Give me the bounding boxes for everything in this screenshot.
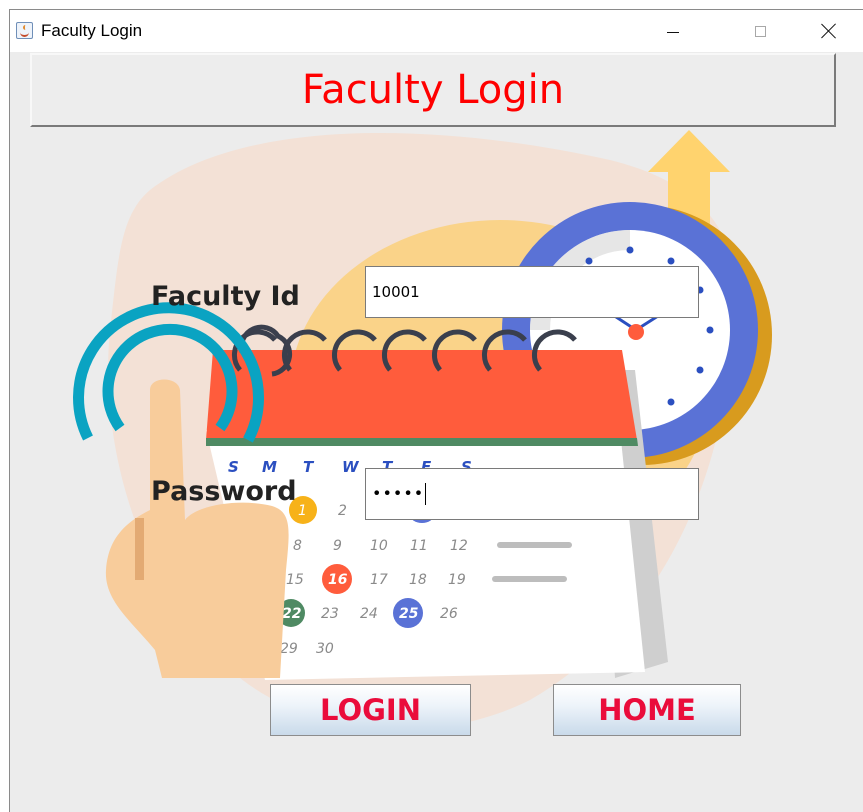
svg-text:22: 22 <box>282 606 301 622</box>
home-button[interactable]: HOME <box>553 684 741 736</box>
svg-text:1: 1 <box>298 503 307 519</box>
svg-text:19: 19 <box>448 572 466 588</box>
svg-text:16: 16 <box>328 572 348 588</box>
svg-text:T: T <box>303 458 315 476</box>
password-label: Password <box>151 476 297 507</box>
faculty-id-label: Faculty Id <box>151 281 300 312</box>
svg-text:12: 12 <box>450 538 468 554</box>
faculty-id-input[interactable] <box>365 266 699 318</box>
text-caret <box>425 483 427 505</box>
login-button[interactable]: LOGIN <box>270 684 471 736</box>
svg-text:10: 10 <box>370 538 388 554</box>
svg-text:11: 11 <box>410 538 428 554</box>
svg-text:W: W <box>342 458 360 476</box>
svg-text:18: 18 <box>409 572 427 588</box>
svg-text:S: S <box>228 458 239 476</box>
svg-text:30: 30 <box>316 641 334 657</box>
svg-text:29: 29 <box>280 641 298 657</box>
password-input[interactable]: ••••• <box>365 468 699 520</box>
svg-text:26: 26 <box>440 606 458 622</box>
svg-text:2: 2 <box>338 503 347 519</box>
svg-text:23: 23 <box>321 606 339 622</box>
svg-text:17: 17 <box>370 572 388 588</box>
svg-text:15: 15 <box>286 572 304 588</box>
svg-text:9: 9 <box>333 538 342 554</box>
svg-text:24: 24 <box>360 606 378 622</box>
password-mask: ••••• <box>372 483 425 503</box>
app-window: Faculty Login Faculty Login S M T W T F … <box>9 9 863 812</box>
svg-text:25: 25 <box>399 606 419 622</box>
svg-text:8: 8 <box>293 538 302 554</box>
svg-text:M: M <box>262 458 277 476</box>
